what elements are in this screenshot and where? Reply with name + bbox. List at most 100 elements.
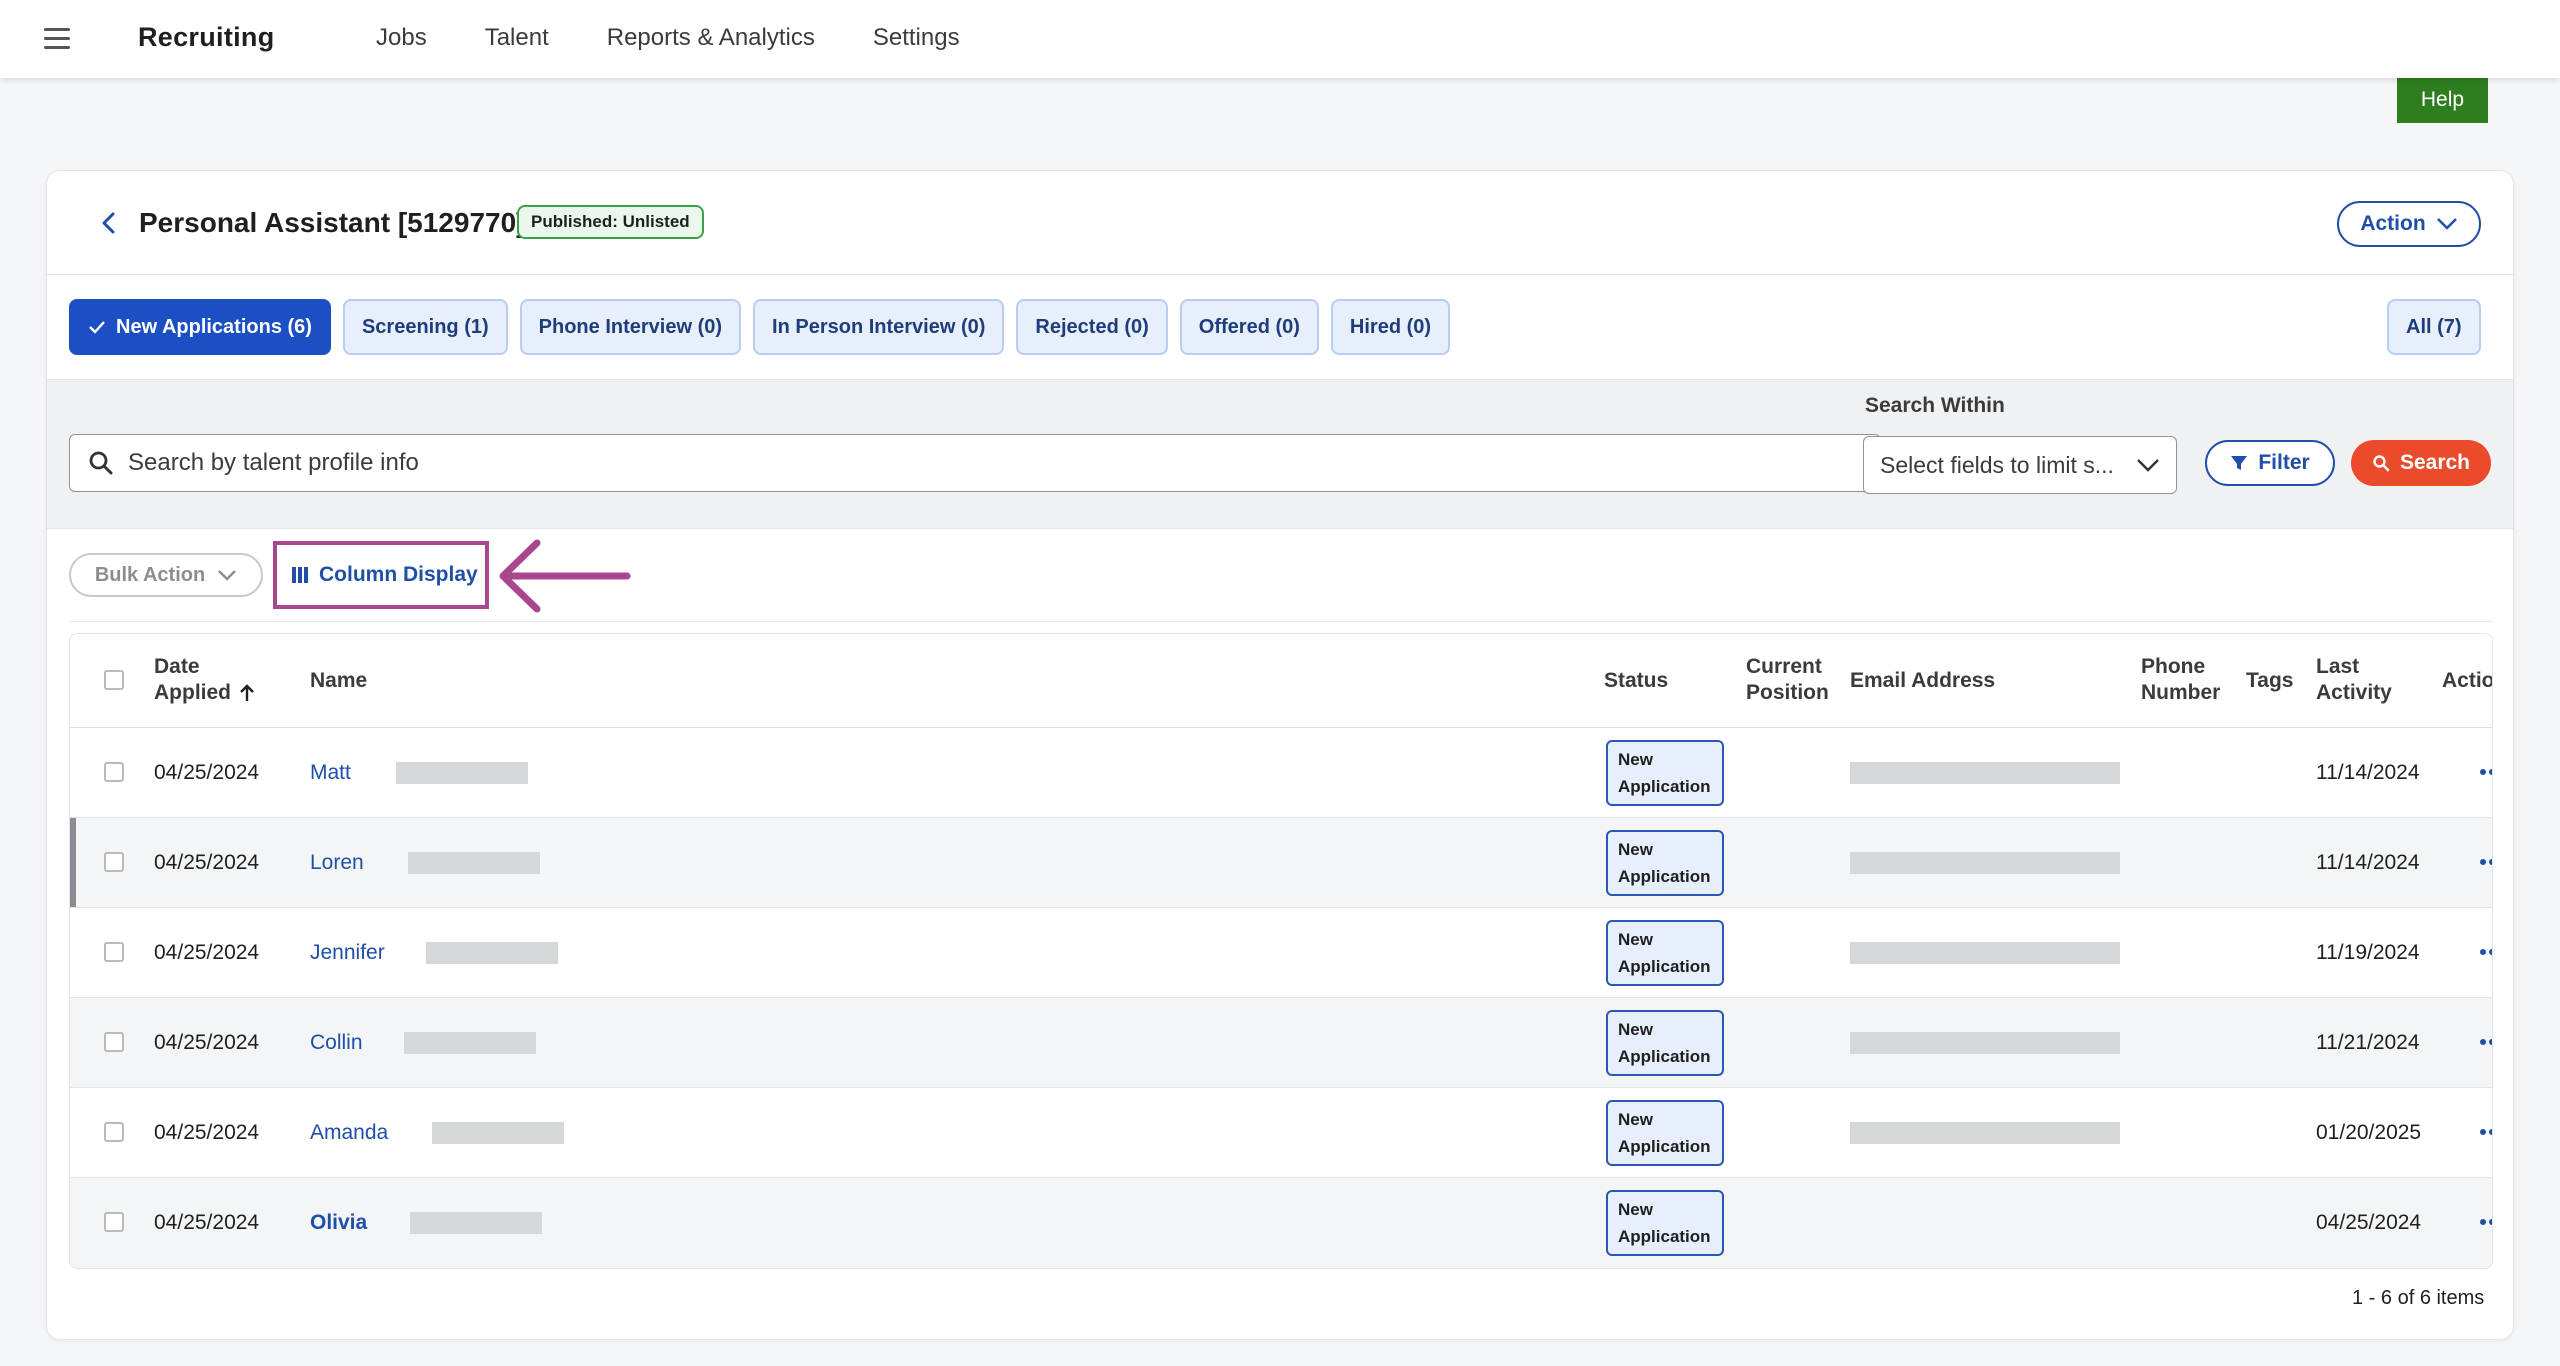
header-date-applied-line1: Date (154, 655, 200, 678)
header-last-activity-line2: Activity (2316, 681, 2392, 704)
status-line2: Application (1618, 1227, 1711, 1246)
more-actions-icon[interactable] (2480, 858, 2493, 866)
search-within-placeholder: Select fields to limit s... (1880, 451, 2114, 478)
header-current-position[interactable]: Current Position (1746, 654, 1829, 706)
table-row[interactable]: 04/25/2024 Amanda New Application 01/20/2… (70, 1088, 2492, 1178)
candidate-name-link[interactable]: Amanda (310, 1121, 388, 1145)
chevron-down-icon (218, 570, 237, 581)
search-label: Search (2399, 451, 2471, 474)
status-badge: New Application (1606, 1100, 1724, 1166)
filter-funnel-icon (2231, 456, 2248, 470)
tab-new-applications[interactable]: New Applications (6) (69, 299, 331, 355)
table-row[interactable]: 04/25/2024 Olivia New Application 04/25/2… (70, 1178, 2492, 1268)
more-actions-icon[interactable] (2480, 768, 2493, 776)
row-checkbox[interactable] (104, 1032, 124, 1052)
chevron-down-icon (2137, 459, 2159, 472)
card-header: Personal Assistant [5129770] Published: … (47, 171, 2513, 275)
row-checkbox[interactable] (104, 1122, 124, 1142)
tab-label: Hired (0) (1349, 315, 1432, 338)
header-email-address[interactable]: Email Address (1850, 668, 1995, 694)
nav-reports-analytics[interactable]: Reports & Analytics (607, 24, 815, 52)
date-applied: 04/25/2024 (154, 1121, 260, 1144)
last-activity: 11/21/2024 (2316, 1031, 2420, 1054)
action-dropdown-button[interactable]: Action (2337, 201, 2481, 247)
help-button[interactable]: Help (2397, 77, 2488, 123)
published-status-badge: Published: Unlisted (517, 205, 704, 239)
candidate-name-link[interactable]: Matt (310, 761, 351, 785)
date-applied: 04/25/2024 (154, 941, 260, 964)
sort-ascending-arrow-icon[interactable] (239, 683, 255, 703)
candidate-name-link[interactable]: Loren (310, 851, 364, 875)
date-applied: 04/25/2024 (154, 1211, 260, 1234)
filter-label: Filter (2258, 451, 2310, 474)
last-activity: 11/19/2024 (2316, 941, 2420, 964)
more-actions-icon[interactable] (2480, 948, 2493, 956)
table-row[interactable]: 04/25/2024 Collin New Application 11/21/2… (70, 998, 2492, 1088)
job-title: Personal Assistant [5129770] (139, 207, 526, 238)
nav-settings[interactable]: Settings (873, 24, 960, 52)
header-phone-number-line2: Number (2141, 681, 2221, 704)
job-pipeline-card: Personal Assistant [5129770] Published: … (46, 170, 2514, 1340)
row-checkbox[interactable] (104, 852, 124, 872)
tab-phone-interview[interactable]: Phone Interview (0) (519, 299, 742, 355)
header-tags[interactable]: Tags (2246, 668, 2293, 694)
status-badge: New Application (1606, 830, 1724, 896)
header-actions: Actions (2442, 669, 2493, 692)
tab-all[interactable]: All (7) (2387, 299, 2481, 355)
select-all-checkbox[interactable] (104, 670, 124, 690)
tab-rejected[interactable]: Rejected (0) (1016, 299, 1168, 355)
bulk-action-button[interactable]: Bulk Action (69, 553, 263, 597)
tab-offered[interactable]: Offered (0) (1179, 299, 1319, 355)
status-line2: Application (1618, 957, 1711, 976)
candidate-name-link[interactable]: Jennifer (310, 941, 385, 965)
applications-table: Date Applied Name Status Current Positio… (69, 633, 2493, 1269)
redacted-last-name (408, 852, 540, 874)
header-phone-number[interactable]: Phone Number (2141, 654, 2220, 706)
tab-in-person-interview[interactable]: In Person Interview (0) (753, 299, 1005, 355)
hamburger-menu-icon[interactable] (44, 28, 70, 50)
filter-button[interactable]: Filter (2205, 440, 2335, 486)
row-checkbox[interactable] (104, 1212, 124, 1232)
tab-hired[interactable]: Hired (0) (1330, 299, 1451, 355)
annotation-arrow-icon (499, 539, 631, 613)
date-applied: 04/25/2024 (154, 1031, 260, 1054)
candidate-name-link[interactable]: Olivia (310, 1211, 367, 1235)
header-current-position-line1: Current (1746, 655, 1822, 678)
table-row[interactable]: 04/25/2024 Loren New Application 11/14/20… (70, 818, 2492, 908)
status-line2: Application (1618, 1047, 1711, 1066)
table-header-row: Date Applied Name Status Current Positio… (70, 634, 2492, 728)
more-actions-icon[interactable] (2480, 1038, 2493, 1046)
status-line1: New (1618, 1110, 1653, 1129)
tab-screening[interactable]: Screening (1) (342, 299, 508, 355)
redacted-last-name (396, 762, 528, 784)
header-last-activity-line1: Last (2316, 655, 2360, 678)
pipeline-tabs: New Applications (6) Screening (1) Phone… (69, 299, 1451, 355)
header-status[interactable]: Status (1604, 668, 1668, 694)
search-icon (2373, 455, 2390, 472)
header-date-applied[interactable]: Date Applied (154, 654, 255, 706)
table-row[interactable]: 04/25/2024 Jennifer New Application 11/19… (70, 908, 2492, 998)
redacted-last-name (404, 1032, 536, 1054)
status-line2: Application (1618, 1137, 1711, 1156)
row-checkbox[interactable] (104, 762, 124, 782)
row-checkbox[interactable] (104, 942, 124, 962)
tab-label: Screening (1) (361, 315, 489, 338)
search-within-select[interactable]: Select fields to limit s... (1863, 436, 2177, 494)
search-input[interactable] (128, 449, 1880, 477)
more-actions-icon[interactable] (2480, 1128, 2493, 1136)
header-name[interactable]: Name (310, 668, 367, 694)
header-last-activity[interactable]: Last Activity (2316, 654, 2392, 706)
bulk-action-label: Bulk Action (94, 563, 206, 586)
table-row[interactable]: 04/25/2024 Matt New Application 11/14/202… (70, 728, 2492, 818)
nav-jobs[interactable]: Jobs (376, 24, 427, 52)
candidate-name-link[interactable]: Collin (310, 1031, 363, 1055)
redacted-email (1850, 942, 2120, 964)
redacted-last-name (432, 1122, 564, 1144)
search-button[interactable]: Search (2351, 440, 2491, 486)
nav-talent[interactable]: Talent (485, 24, 549, 52)
back-chevron-icon[interactable] (95, 209, 123, 237)
column-display-button[interactable]: Column Display (283, 551, 486, 599)
search-box (69, 434, 1881, 492)
status-line1: New (1618, 1020, 1653, 1039)
more-actions-icon[interactable] (2480, 1218, 2493, 1226)
